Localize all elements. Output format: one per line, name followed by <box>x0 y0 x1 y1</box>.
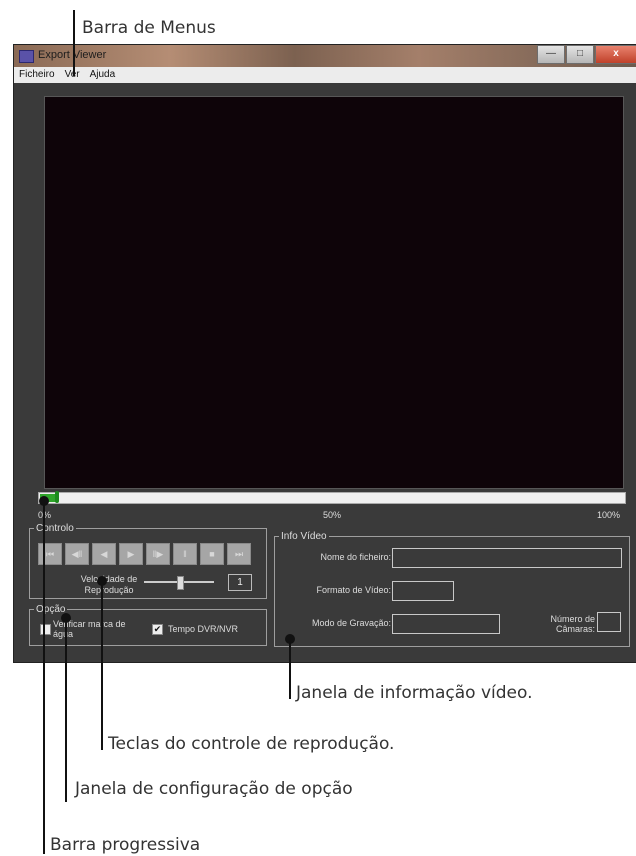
play-icon[interactable]: ▶ <box>119 543 143 565</box>
app-icon <box>19 50 34 63</box>
callout-playback-keys: Teclas do controle de reprodução. <box>108 734 395 754</box>
control-group: Controlo ⏮ ◀‖ ◀ ▶ ‖▶ ‖ ■ ⏭ Velocidade de Reprod… <box>29 523 267 599</box>
cameras-label: Número de Câmaras: <box>515 614 595 634</box>
callout-dot-progress <box>39 496 49 506</box>
watermark-label-line2: água <box>53 629 74 639</box>
cameras-label-line1: Número de <box>550 614 595 624</box>
filename-label: Nome do ficheiro: <box>320 552 391 562</box>
progress-handle[interactable] <box>55 491 59 503</box>
last-frame-icon[interactable]: ⏭ <box>227 543 251 565</box>
speed-value-field[interactable]: 1 <box>228 574 252 591</box>
filename-field[interactable] <box>392 548 622 568</box>
maximize-button[interactable]: □ <box>566 45 594 64</box>
cameras-field[interactable] <box>597 612 621 632</box>
callout-dot-teclas <box>97 576 107 586</box>
reverse-play-icon[interactable]: ◀ <box>92 543 116 565</box>
callout-dot-opcao <box>61 613 71 623</box>
callout-line-teclas <box>101 580 103 750</box>
mode-label: Modo de Gravação: <box>311 618 391 628</box>
callout-info-window: Janela de informação vídeo. <box>296 683 533 703</box>
callout-line-opcao <box>65 617 67 802</box>
menu-ficheiro[interactable]: Ficheiro <box>14 67 60 83</box>
title-bar[interactable]: Export Viewer — □ x <box>14 45 636 67</box>
pause-icon[interactable]: ‖ <box>173 543 197 565</box>
mode-field[interactable] <box>392 614 500 634</box>
callout-progress-bar: Barra progressiva <box>50 835 201 855</box>
callout-menu-bar: Barra de Menus <box>82 18 216 38</box>
callout-dot-info <box>285 634 295 644</box>
format-field[interactable] <box>392 581 454 601</box>
minimize-button[interactable]: — <box>537 45 565 64</box>
stop-icon[interactable]: ■ <box>200 543 224 565</box>
speed-label: Velocidade de Reprodução <box>70 574 148 596</box>
callout-line-info <box>289 638 291 699</box>
speed-label-line1: Velocidade de <box>80 574 138 584</box>
callout-line-menu <box>73 10 75 76</box>
info-legend: Info Vídeo <box>281 531 327 542</box>
info-group: Info Vídeo Nome do ficheiro: Formato de … <box>274 531 630 647</box>
speed-slider-thumb[interactable] <box>177 576 184 590</box>
speed-label-line2: Reprodução <box>84 585 134 595</box>
dvr-time-checkbox[interactable]: ✔ <box>152 624 163 635</box>
step-forward-icon[interactable]: ‖▶ <box>146 543 170 565</box>
callout-option-window: Janela de configuração de opção <box>75 779 353 799</box>
video-display <box>44 96 624 489</box>
export-viewer-window: Export Viewer — □ x Ficheiro Ver Ajuda 0… <box>13 44 636 663</box>
watermark-checkbox[interactable] <box>40 624 51 635</box>
progress-bar[interactable] <box>38 491 626 504</box>
dvr-time-label: Tempo DVR/NVR <box>168 624 239 634</box>
cameras-label-line2: Câmaras: <box>555 624 595 634</box>
progress-tick-mid: 50% <box>323 510 342 520</box>
playback-buttons: ⏮ ◀‖ ◀ ▶ ‖▶ ‖ ■ ⏭ <box>38 543 254 565</box>
format-label: Formato de Vídeo: <box>316 585 391 595</box>
first-frame-icon[interactable]: ⏮ <box>38 543 62 565</box>
progress-tick-end: 100% <box>597 510 621 520</box>
menu-bar: Ficheiro Ver Ajuda <box>14 67 636 83</box>
speed-slider[interactable] <box>144 576 214 590</box>
control-legend: Controlo <box>36 523 74 534</box>
callout-line-progress <box>43 500 45 854</box>
slow-reverse-icon[interactable]: ◀‖ <box>65 543 89 565</box>
menu-ajuda[interactable]: Ajuda <box>85 67 121 83</box>
close-button[interactable]: x <box>595 45 636 64</box>
